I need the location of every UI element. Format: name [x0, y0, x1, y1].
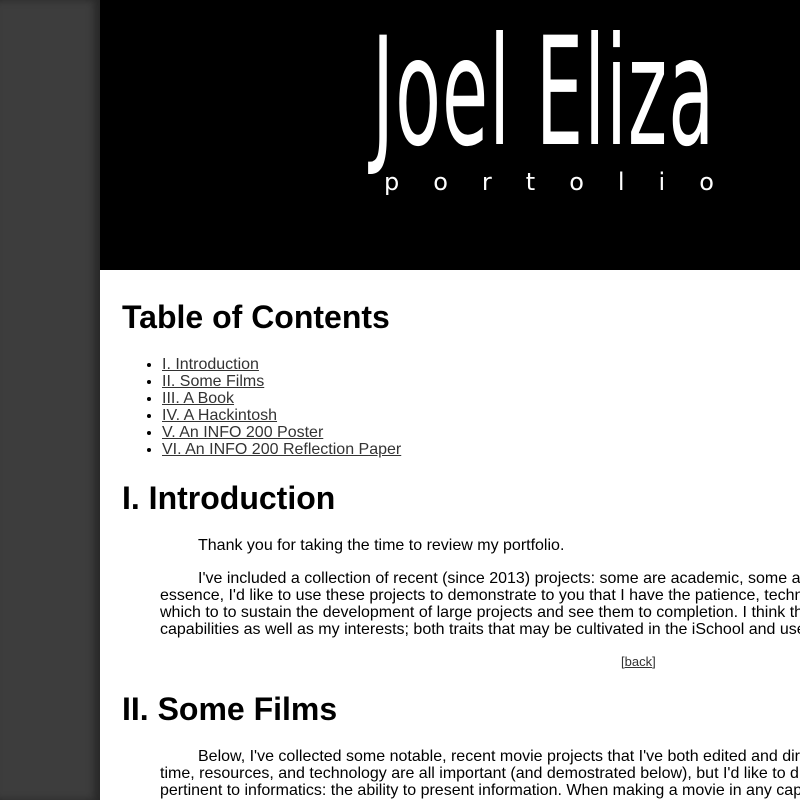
paragraph-line: which to to sustain the development of l… — [160, 604, 800, 621]
toc-link-hackintosh[interactable]: IV. A Hackintosh — [162, 407, 277, 424]
introduction-heading: I. Introduction — [122, 480, 336, 516]
introduction-paragraph-1: Thank you for taking the time to review … — [160, 537, 800, 554]
back-link[interactable]: back — [625, 654, 652, 669]
toc-item: III. A Book — [162, 390, 401, 407]
toc-link-introduction[interactable]: I. Introduction — [162, 356, 259, 373]
paragraph-line: time, resources, and technology are all … — [160, 765, 800, 782]
toc-link-reflection-paper[interactable]: VI. An INFO 200 Reflection Paper — [162, 441, 401, 458]
toc-heading: Table of Contents — [122, 299, 390, 335]
back-link-wrapper: [back] — [621, 653, 656, 670]
banner-subtitle: portolio — [384, 168, 748, 196]
page: Joel Eliza portolio Table of Contents I.… — [100, 0, 800, 800]
films-paragraph: Below, I've collected some notable, rece… — [160, 748, 800, 799]
toc-link-poster[interactable]: V. An INFO 200 Poster — [162, 424, 323, 441]
back-bracket-close: ] — [652, 654, 656, 669]
toc-link-films[interactable]: II. Some Films — [162, 373, 264, 390]
banner: Joel Eliza portolio — [100, 0, 800, 270]
toc-item: VI. An INFO 200 Reflection Paper — [162, 441, 401, 458]
films-heading: II. Some Films — [122, 691, 338, 727]
toc-list: I. Introduction II. Some Films III. A Bo… — [122, 356, 401, 458]
toc-item: I. Introduction — [162, 356, 401, 373]
toc-item: II. Some Films — [162, 373, 401, 390]
toc-link-book[interactable]: III. A Book — [162, 390, 234, 407]
paragraph-line: capabilities as well as my interests; bo… — [160, 621, 800, 638]
paragraph-line: pertinent to informatics: the ability to… — [160, 782, 800, 799]
introduction-paragraph-2: I've included a collection of recent (si… — [160, 570, 800, 638]
toc-item: IV. A Hackintosh — [162, 407, 401, 424]
paragraph-line: I've included a collection of recent (si… — [198, 570, 800, 587]
toc-item: V. An INFO 200 Poster — [162, 424, 401, 441]
paragraph-line: Thank you for taking the time to review … — [198, 537, 565, 554]
paragraph-line: essence, I'd like to use these projects … — [160, 587, 800, 604]
left-page-gutter — [0, 0, 100, 800]
paragraph-line: Below, I've collected some notable, rece… — [198, 748, 800, 765]
banner-title: Joel Eliza — [372, 6, 716, 180]
